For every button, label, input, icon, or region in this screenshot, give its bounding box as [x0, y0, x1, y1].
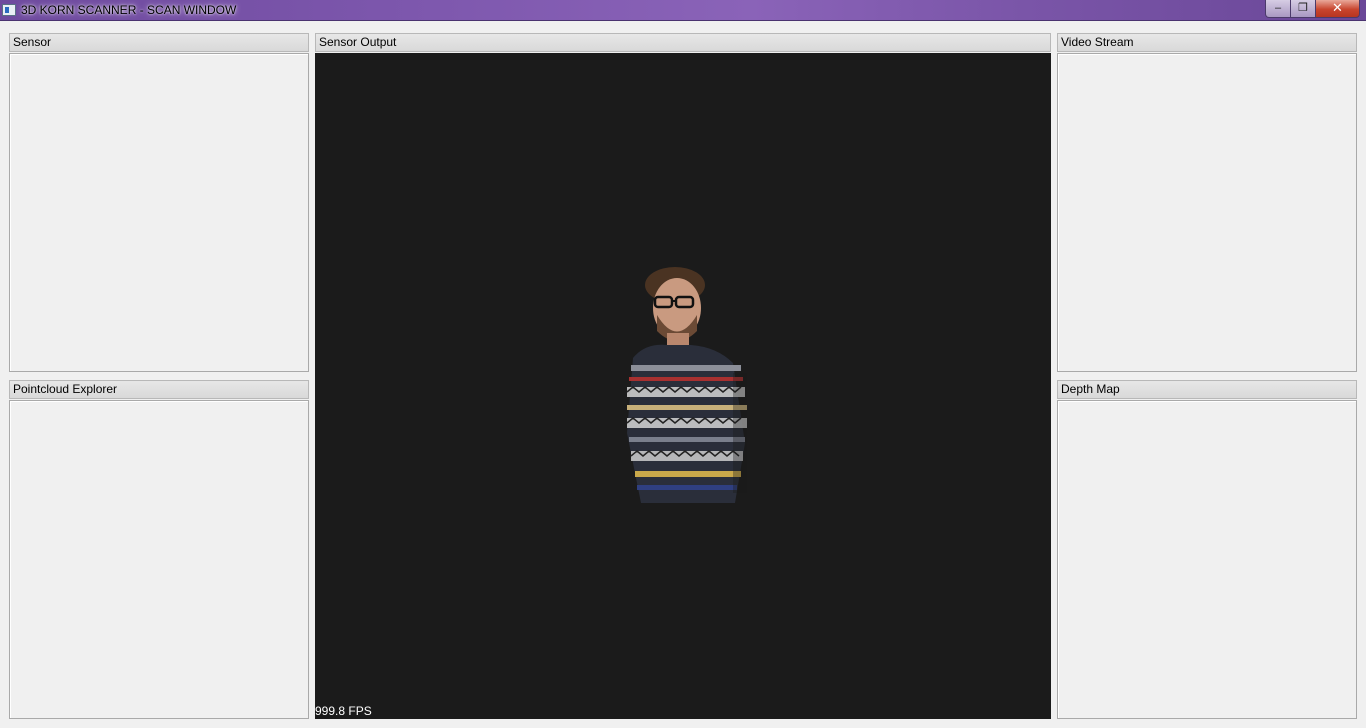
depth-map-panel-title: Depth Map — [1057, 380, 1357, 399]
scanned-person-pointcloud — [626, 267, 747, 503]
video-stream-panel — [1057, 53, 1357, 372]
pointcloud-explorer-panel[interactable] — [9, 400, 309, 719]
maximize-button[interactable]: ❐ — [1291, 0, 1316, 18]
window-controls: – ❐ ✕ — [1265, 0, 1360, 18]
depth-map-panel — [1057, 400, 1357, 719]
video-stream-panel-title: Video Stream — [1057, 33, 1357, 52]
minimize-button[interactable]: – — [1265, 0, 1291, 18]
pointcloud-explorer-panel-title: Pointcloud Explorer — [9, 380, 309, 399]
title-bar[interactable]: 3D KORN SCANNER - SCAN WINDOW – ❐ ✕ — [0, 0, 1366, 21]
sensor-panel-title: Sensor — [9, 33, 309, 52]
fps-counter: 999.8 FPS — [315, 704, 372, 718]
sensor-output-panel-title: Sensor Output — [315, 33, 1051, 52]
sensor-panel — [9, 53, 309, 372]
window-title: 3D KORN SCANNER - SCAN WINDOW — [21, 3, 237, 17]
app-icon[interactable] — [2, 4, 16, 16]
sensor-output-viewport[interactable]: 999.8 FPS — [315, 53, 1051, 719]
close-button[interactable]: ✕ — [1316, 0, 1360, 18]
